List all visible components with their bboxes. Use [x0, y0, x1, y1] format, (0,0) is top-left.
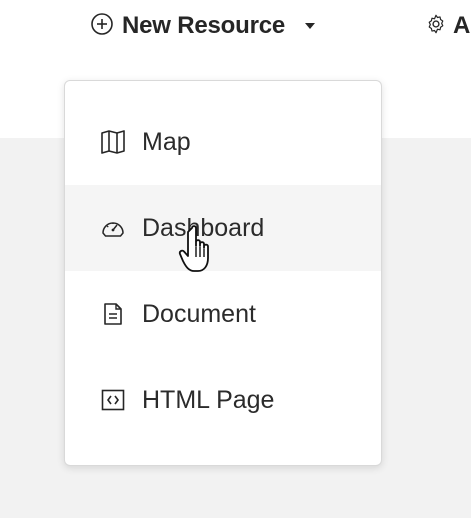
menu-item-label: Map: [142, 127, 191, 156]
next-item-partial-label: A: [453, 12, 471, 39]
menu-item-document[interactable]: Document: [65, 271, 381, 357]
plus-circle-icon: [90, 12, 114, 41]
document-icon: [100, 301, 126, 327]
html-code-icon: [100, 387, 126, 413]
menu-item-label: HTML Page: [142, 385, 275, 414]
chevron-down-icon: [305, 23, 315, 29]
menu-item-label: Document: [142, 299, 256, 328]
menu-item-map[interactable]: Map: [65, 99, 381, 185]
menu-item-html-page[interactable]: HTML Page: [65, 357, 381, 443]
new-resource-button[interactable]: New Resource: [90, 6, 315, 46]
next-toolbar-item[interactable]: A: [425, 12, 471, 40]
map-icon: [100, 129, 126, 155]
gear-icon: [425, 13, 447, 40]
top-toolbar: New Resource A: [0, 0, 471, 56]
dashboard-gauge-icon: [100, 215, 126, 241]
hand-cursor-icon: [178, 224, 224, 278]
new-resource-label: New Resource: [122, 12, 285, 39]
